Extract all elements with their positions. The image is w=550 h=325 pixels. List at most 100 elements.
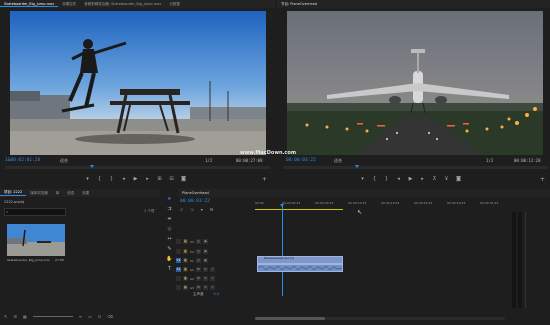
track-lock-icon[interactable]: 🔒 (183, 267, 188, 272)
solo-button[interactable]: S (202, 276, 208, 281)
eye-icon[interactable]: ◉ (202, 249, 208, 254)
icon-view-icon[interactable]: ▦ (23, 314, 27, 319)
target-toggle[interactable] (176, 249, 181, 254)
mic-icon[interactable]: ♪ (209, 285, 215, 290)
work-area-bar[interactable] (255, 209, 343, 210)
extract-icon[interactable]: ⊻ (444, 177, 449, 182)
source-tab-audio-mixer[interactable]: 音频剪辑混合器: Skateboarder_Big_Jump.mov (80, 2, 165, 7)
mark-out-icon[interactable]: } (109, 177, 114, 182)
source-scrubber[interactable] (5, 166, 270, 169)
mute-button[interactable]: M (195, 285, 201, 290)
project-subtab[interactable]: 2222.prproj (4, 200, 24, 204)
project-search-input[interactable]: ⌕ (4, 208, 66, 216)
target-toggle[interactable] (176, 239, 181, 244)
target-toggle[interactable]: A1 (176, 267, 181, 272)
timeline-timecode[interactable]: 00:00:03:22 (180, 199, 210, 204)
sort-icon[interactable]: ≡ (79, 314, 82, 319)
timeline-scroll-thumb[interactable] (255, 317, 325, 320)
solo-button[interactable]: S (202, 267, 208, 272)
effects-tab[interactable]: 效果 (78, 191, 93, 196)
camera-icon[interactable]: ◙ (181, 177, 186, 182)
master-value[interactable]: 0.0 (214, 292, 220, 297)
track-lock-icon[interactable]: 🔒 (183, 276, 188, 281)
track-lock-icon[interactable]: 🔒 (183, 239, 188, 244)
track-lock-icon[interactable]: 🔒 (183, 249, 188, 254)
mic-icon[interactable]: ♪ (209, 267, 215, 272)
marker-icon[interactable]: ▾ (201, 207, 203, 212)
snap-icon[interactable]: ⊂ (180, 207, 183, 212)
sync-lock-icon[interactable]: ◫ (195, 258, 201, 263)
step-forward-icon[interactable]: ▸ (420, 177, 425, 182)
program-scrubber[interactable] (283, 166, 548, 169)
lift-icon[interactable]: ⊼ (432, 177, 437, 182)
timeline-ruler[interactable]: 00:00 00:00:04:23 00:00:09:23 00:00:14:2… (255, 201, 510, 213)
source-playhead[interactable] (90, 165, 94, 168)
program-resolution-select[interactable]: 1/2 (486, 158, 493, 163)
step-back-icon[interactable]: ◂ (121, 177, 126, 182)
track-lock-icon[interactable]: 🔒 (183, 258, 188, 263)
timeline-playhead-line[interactable] (282, 204, 283, 296)
program-add-button[interactable]: + (540, 176, 545, 183)
overwrite-icon[interactable]: ⊟ (169, 177, 174, 182)
project-clip-thumbnail[interactable] (7, 224, 65, 256)
timeline-playhead[interactable] (280, 204, 284, 207)
program-timecode[interactable]: 00:00:03:22 (286, 158, 316, 163)
program-fit-select[interactable]: 适合 (334, 158, 342, 164)
solo-button[interactable]: S (202, 285, 208, 290)
marker-icon[interactable]: ▾ (360, 177, 365, 182)
target-toggle[interactable] (176, 276, 181, 281)
mic-icon[interactable]: ♪ (209, 276, 215, 281)
list-view-icon[interactable]: ☰ (13, 314, 17, 319)
source-timecode[interactable]: 1&00:02:01:28 (5, 158, 40, 163)
info-tab[interactable]: 信息 (63, 191, 78, 196)
ripple-edit-icon[interactable]: ⇹ (166, 216, 173, 223)
pen-icon[interactable]: ✎ (166, 246, 173, 253)
mute-button[interactable]: M (195, 267, 201, 272)
hand-icon[interactable]: ✋ (166, 256, 173, 263)
track-select-icon[interactable]: ⇉ (166, 206, 173, 213)
track-lock-icon[interactable]: 🔒 (183, 285, 188, 290)
sync-lock-icon[interactable]: ◫ (195, 239, 201, 244)
source-tab-clip[interactable]: Skateboarder_Big_Jump.mov (0, 2, 59, 7)
camera-icon[interactable]: ◙ (456, 177, 461, 182)
source-add-button[interactable]: + (262, 176, 267, 183)
step-back-icon[interactable]: ◂ (396, 177, 401, 182)
audio-clip[interactable] (257, 264, 343, 272)
delete-icon[interactable]: ⌫ (107, 314, 113, 319)
media-browser-tab[interactable]: 媒体浏览器 (26, 191, 52, 196)
timeline-sequence-tab[interactable]: PlaneOverhead (178, 191, 213, 195)
source-resolution-select[interactable]: 1/2 (205, 158, 212, 163)
mark-in-icon[interactable]: { (372, 177, 377, 182)
target-toggle[interactable]: V1 (176, 258, 181, 263)
slip-icon[interactable]: ↔ (166, 236, 173, 243)
mark-out-icon[interactable]: } (384, 177, 389, 182)
eye-icon[interactable]: ◉ (202, 239, 208, 244)
play-icon[interactable]: ▶ (408, 177, 413, 182)
folder-icon[interactable]: ▭ (88, 314, 92, 319)
pen-icon[interactable]: ✎ (4, 314, 7, 319)
source-tab-effects[interactable]: 效果控件 (58, 2, 80, 7)
mark-in-icon[interactable]: { (97, 177, 102, 182)
step-forward-icon[interactable]: ▸ (145, 177, 150, 182)
sync-lock-icon[interactable]: ◫ (195, 249, 201, 254)
timeline-scrollbar[interactable] (255, 317, 505, 320)
selection-tool-icon[interactable]: ➤ (166, 196, 173, 203)
source-fit-select[interactable]: 适合 (60, 158, 68, 164)
marker-icon[interactable]: ▾ (85, 177, 90, 182)
new-item-icon[interactable]: ⊡ (98, 314, 101, 319)
video-clip[interactable]: PlaneOverhead.mov [V] (257, 256, 343, 264)
zoom-slider[interactable] (32, 316, 73, 317)
wrench-icon[interactable]: ⚙ (210, 207, 214, 212)
target-toggle[interactable] (176, 285, 181, 290)
insert-icon[interactable]: ⊞ (157, 177, 162, 182)
razor-icon[interactable]: ◇ (166, 226, 173, 233)
source-tab-metadata[interactable]: 元数据 (165, 2, 184, 7)
eye-icon[interactable]: ◉ (202, 258, 208, 263)
program-tab[interactable]: 节目: PlaneOverhead (277, 2, 321, 7)
mute-button[interactable]: M (195, 276, 201, 281)
project-tab[interactable]: 项目: 2222 (0, 190, 27, 196)
library-tab[interactable]: 库 (52, 191, 64, 196)
text-icon[interactable]: T (166, 266, 173, 273)
linked-selection-icon[interactable]: ⊃ (190, 207, 193, 212)
program-playhead[interactable] (355, 165, 359, 168)
